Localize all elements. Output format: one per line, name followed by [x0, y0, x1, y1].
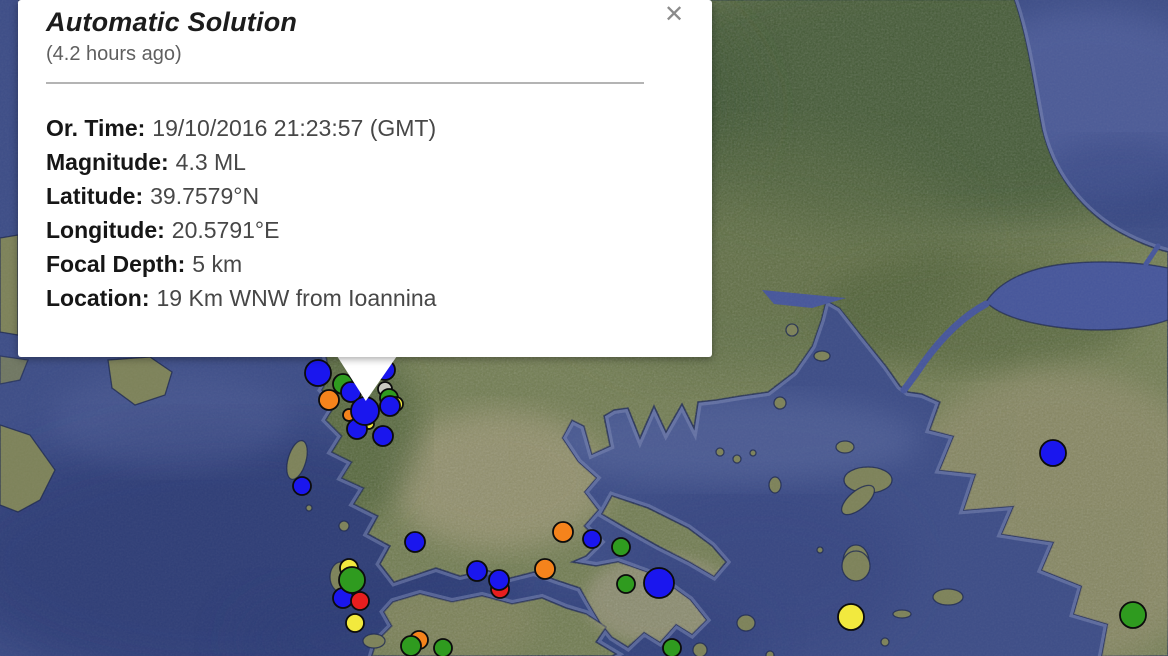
- earthquake-infowindow: ✕ Automatic Solution (4.2 hours ago) Or.…: [18, 0, 712, 357]
- earthquake-marker-green[interactable]: [434, 639, 452, 656]
- earthquake-marker-red[interactable]: [351, 592, 369, 610]
- earthquake-marker-green[interactable]: [339, 567, 365, 593]
- earthquake-marker-blue[interactable]: [467, 561, 487, 581]
- earthquake-marker-blue[interactable]: [1040, 440, 1066, 466]
- popup-divider: [46, 82, 644, 84]
- earthquake-marker-green[interactable]: [663, 639, 681, 656]
- field-longitude: Longitude:20.5791°E: [46, 213, 684, 247]
- earthquake-marker-orange[interactable]: [319, 390, 339, 410]
- earthquake-marker-blue[interactable]: [305, 360, 331, 386]
- earthquake-marker-blue[interactable]: [405, 532, 425, 552]
- popup-title: Automatic Solution: [46, 6, 684, 38]
- earthquake-marker-green[interactable]: [617, 575, 635, 593]
- earthquake-marker-green[interactable]: [401, 636, 421, 656]
- earthquake-marker-blue[interactable]: [380, 396, 400, 416]
- earthquake-marker-orange[interactable]: [535, 559, 555, 579]
- earthquake-marker-green[interactable]: [612, 538, 630, 556]
- earthquake-marker-blue[interactable]: [489, 570, 509, 590]
- earthquake-marker-orange[interactable]: [553, 522, 573, 542]
- popup-fields: Or. Time:19/10/2016 21:23:57 (GMT) Magni…: [46, 111, 684, 315]
- field-magnitude: Magnitude:4.3 ML: [46, 145, 684, 179]
- earthquake-marker-blue[interactable]: [583, 530, 601, 548]
- earthquake-marker-yellow[interactable]: [346, 614, 364, 632]
- earthquake-marker-yellow[interactable]: [838, 604, 864, 630]
- earthquake-marker-blue[interactable]: [644, 568, 674, 598]
- close-icon[interactable]: ✕: [660, 1, 688, 29]
- field-latitude: Latitude:39.7579°N: [46, 179, 684, 213]
- earthquake-marker-blue[interactable]: [293, 477, 311, 495]
- field-focal-depth: Focal Depth:5 km: [46, 247, 684, 281]
- earthquake-map-app: ✕ Automatic Solution (4.2 hours ago) Or.…: [0, 0, 1168, 656]
- earthquake-marker-blue[interactable]: [351, 397, 379, 425]
- earthquake-marker-green[interactable]: [1120, 602, 1146, 628]
- field-origin-time: Or. Time:19/10/2016 21:23:57 (GMT): [46, 111, 684, 145]
- field-location: Location:19 Km WNW from Ioannina: [46, 281, 684, 315]
- popup-age: (4.2 hours ago): [46, 41, 684, 67]
- earthquake-marker-blue[interactable]: [373, 426, 393, 446]
